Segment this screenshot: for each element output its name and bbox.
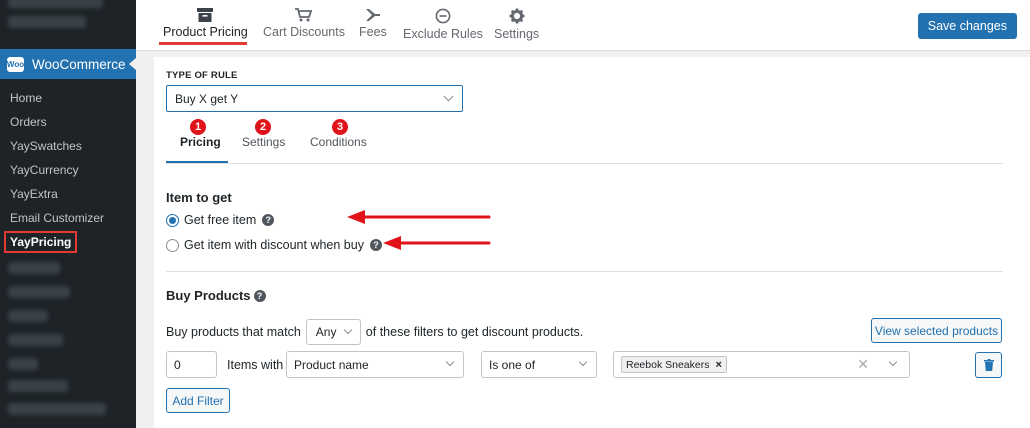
gear-icon bbox=[509, 8, 525, 24]
delete-filter-button[interactable] bbox=[975, 352, 1002, 378]
radio-button[interactable] bbox=[166, 238, 179, 252]
sidebar-item-email-customizer[interactable]: Email Customizer bbox=[10, 211, 104, 225]
subtab-pricing[interactable]: Pricing bbox=[180, 135, 221, 149]
help-icon[interactable]: ? bbox=[369, 239, 382, 251]
tab-fees[interactable]: Fees bbox=[359, 8, 387, 39]
tab-settings[interactable]: Settings bbox=[494, 8, 539, 41]
blurred-menu-item bbox=[8, 0, 103, 8]
woocommerce-icon: Woo bbox=[7, 56, 24, 72]
cart-icon bbox=[295, 8, 313, 22]
blurred-menu-item bbox=[8, 310, 48, 322]
tab-label: Product Pricing bbox=[163, 25, 248, 39]
sidebar-item-yayextra[interactable]: YayExtra bbox=[10, 187, 58, 201]
sidebar-menu-label: WooCommerce bbox=[32, 56, 126, 72]
divider bbox=[166, 163, 1003, 164]
sidebar-item-yaypricing[interactable]: YayPricing bbox=[3, 231, 78, 253]
blurred-menu-item bbox=[8, 16, 86, 28]
remove-tag-icon[interactable]: × bbox=[715, 359, 721, 371]
match-select[interactable]: Any bbox=[305, 319, 361, 345]
minus-circle-icon bbox=[435, 8, 451, 24]
help-icon[interactable]: ? bbox=[262, 214, 275, 226]
clear-icon[interactable]: ✕ bbox=[857, 356, 869, 373]
save-changes-button[interactable]: Save changes bbox=[917, 13, 1017, 39]
sidebar-item-home[interactable]: Home bbox=[10, 91, 42, 105]
type-of-rule-select[interactable]: Buy X get Y bbox=[166, 85, 463, 112]
sidebar-item-yaycurrency[interactable]: YayCurrency bbox=[10, 163, 78, 177]
tab-exclude-rules[interactable]: Exclude Rules bbox=[403, 8, 483, 41]
rule-panel: TYPE OF RULE Buy X get Y 1 2 3 Pricing S… bbox=[154, 57, 1030, 428]
tab-label: Exclude Rules bbox=[403, 27, 483, 41]
match-prefix: Buy products that match bbox=[166, 325, 301, 339]
filter-operator-select[interactable]: Is one of bbox=[481, 351, 597, 378]
add-filter-button[interactable]: Add Filter bbox=[166, 388, 230, 413]
quantity-value: 0 bbox=[174, 357, 181, 372]
divider bbox=[166, 271, 1003, 272]
archive-box-icon bbox=[197, 8, 214, 22]
chevron-down-icon bbox=[445, 357, 455, 367]
option-get-free-item[interactable]: Get free item ? bbox=[166, 213, 275, 227]
current-menu-arrow-icon bbox=[129, 58, 136, 70]
option-label: Get item with discount when buy bbox=[184, 238, 364, 252]
items-with-label: Items with bbox=[227, 358, 284, 372]
match-row: Buy products that match Any of these fil… bbox=[166, 319, 583, 345]
option-get-item-with-discount[interactable]: Get item with discount when buy ? bbox=[166, 238, 382, 252]
plugin-topbar: Product Pricing Cart Discounts Fees Excl… bbox=[136, 0, 1030, 51]
chevron-down-icon bbox=[578, 357, 588, 367]
filter-operator-value: Is one of bbox=[489, 357, 536, 372]
chevron-down-icon bbox=[343, 325, 353, 335]
sidebar-item-orders[interactable]: Orders bbox=[10, 115, 47, 129]
blurred-menu-item bbox=[8, 358, 38, 370]
buy-products-title-text: Buy Products bbox=[166, 288, 251, 303]
radio-button[interactable] bbox=[166, 213, 179, 227]
annotation-arrow-icon bbox=[383, 236, 491, 250]
annotation-arrow-icon bbox=[347, 210, 491, 224]
airplane-icon bbox=[365, 9, 380, 21]
blurred-menu-item bbox=[8, 334, 63, 346]
trash-icon bbox=[983, 359, 994, 371]
buy-products-title: Buy Products ? bbox=[166, 288, 266, 303]
blurred-menu-item bbox=[8, 380, 68, 392]
subtab-settings[interactable]: Settings bbox=[242, 135, 285, 149]
sidebar-item-yayswatches[interactable]: YaySwatches bbox=[10, 139, 82, 153]
filter-field-value: Product name bbox=[294, 357, 369, 372]
option-label: Get free item bbox=[184, 213, 257, 227]
chevron-down-icon bbox=[888, 357, 898, 367]
blurred-menu-item bbox=[8, 262, 60, 274]
subtab-conditions[interactable]: Conditions bbox=[310, 135, 367, 149]
step-badge-1: 1 bbox=[190, 119, 206, 135]
tab-product-pricing[interactable]: Product Pricing bbox=[163, 8, 248, 39]
filter-field-select[interactable]: Product name bbox=[286, 351, 464, 378]
chevron-down-icon bbox=[443, 91, 454, 102]
tag-label: Reebok Sneakers bbox=[626, 358, 710, 371]
view-selected-products-button[interactable]: View selected products bbox=[871, 318, 1002, 343]
type-of-rule-label: TYPE OF RULE bbox=[166, 70, 238, 81]
match-suffix: of these filters to get discount product… bbox=[365, 325, 584, 339]
tab-label: Cart Discounts bbox=[263, 25, 345, 39]
step-badge-3: 3 bbox=[332, 119, 348, 135]
match-select-value: Any bbox=[315, 325, 337, 339]
active-tab-underline bbox=[159, 42, 247, 45]
blurred-menu-item bbox=[8, 403, 106, 415]
main-content: Product Pricing Cart Discounts Fees Excl… bbox=[136, 0, 1030, 428]
admin-sidebar: Woo WooCommerce Home Orders YaySwatches … bbox=[0, 0, 136, 428]
tab-label: Settings bbox=[494, 27, 540, 41]
quantity-input[interactable]: 0 bbox=[166, 351, 217, 378]
blurred-menu-item bbox=[8, 286, 70, 298]
selected-value-tag: Reebok Sneakers × bbox=[621, 356, 727, 373]
help-icon[interactable]: ? bbox=[253, 289, 266, 302]
filter-values-select[interactable]: Reebok Sneakers × ✕ bbox=[613, 351, 910, 378]
tab-label: Fees bbox=[359, 25, 387, 39]
tab-cart-discounts[interactable]: Cart Discounts bbox=[263, 8, 345, 39]
item-to-get-title: Item to get bbox=[166, 190, 232, 205]
sidebar-menu-woocommerce[interactable]: Woo WooCommerce bbox=[0, 49, 136, 79]
step-badge-2: 2 bbox=[255, 119, 271, 135]
type-of-rule-value: Buy X get Y bbox=[175, 91, 239, 106]
